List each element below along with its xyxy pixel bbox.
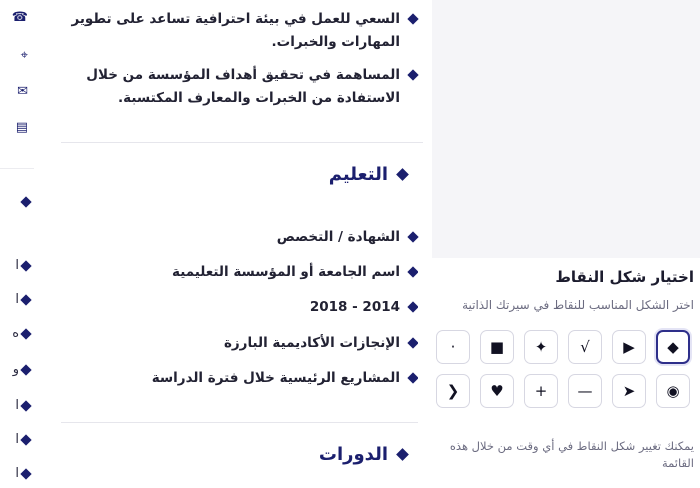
workspace-background xyxy=(432,0,700,258)
location-icon: ⌖ xyxy=(20,48,28,63)
education-item[interactable]: اسم الجامعة أو المؤسسة التعليمية xyxy=(57,261,419,284)
bullet-option-triangle[interactable]: ▶ xyxy=(612,330,646,364)
check-bullet-icon: √ xyxy=(580,337,590,356)
courses-section-heading[interactable]: الدورات xyxy=(319,444,409,465)
strip-section-marker xyxy=(20,196,32,208)
picker-subtitle: اختر الشكل المناسب للنقاط في سيرتك الذات… xyxy=(462,298,694,312)
picker-title: اختيار شكل النقاط xyxy=(555,268,694,286)
resume-document: ☎ ⌖ ✉ ▤ ا ا ه و ا ا ا السعي للعمل في بيئ… xyxy=(0,0,432,488)
education-item[interactable]: الإنجازات الأكاديمية البارزة xyxy=(57,332,419,355)
bullet-option-dot[interactable]: · xyxy=(436,330,470,364)
education-item[interactable]: المشاريع الرئيسية خلال فترة الدراسة xyxy=(57,367,419,390)
arrowhead-bullet-icon: ➤ xyxy=(622,381,636,400)
bullet-option-diamond[interactable]: ◆ xyxy=(656,330,690,364)
strip-item: ا xyxy=(15,258,32,273)
dot-bullet-icon: · xyxy=(450,337,456,356)
diamond-bullet-icon xyxy=(407,337,419,349)
strip-item: ا xyxy=(15,292,32,307)
phone-icon: ☎ xyxy=(11,10,28,25)
section-divider xyxy=(61,422,423,423)
bullet-shape-picker: اختيار شكل النقاط اختر الشكل المناسب للن… xyxy=(418,258,700,488)
bullet-shape-grid: ◆ ▶ √ ✦ ■ · ◉ ➤ — + ♥ ❮ xyxy=(434,330,690,408)
diamond-bullet-icon xyxy=(20,433,32,446)
diamond-bullet-icon xyxy=(407,13,419,25)
bullet-option-star[interactable]: ✦ xyxy=(524,330,558,364)
diamond-bullet-icon xyxy=(20,293,32,306)
bullet-option-plus[interactable]: + xyxy=(524,374,558,408)
strip-item: ا xyxy=(15,432,32,447)
strip-divider xyxy=(0,168,34,169)
diamond-bullet-icon xyxy=(407,69,419,81)
star-bullet-icon: ✦ xyxy=(534,337,548,356)
web-icon: ▤ xyxy=(15,120,28,135)
strip-item: ه xyxy=(12,326,32,341)
strip-item: و xyxy=(13,362,32,377)
resume-main-column: السعي للعمل في بيئة احترافية تساعد على ت… xyxy=(48,0,423,488)
diamond-bullet-icon xyxy=(20,196,32,208)
diamond-bullet-icon xyxy=(20,399,32,412)
diamond-bullet-icon xyxy=(396,168,409,181)
diamond-bullet-icon xyxy=(20,259,32,272)
education-item[interactable]: 2014 - 2018 xyxy=(57,296,419,319)
diamond-bullet-icon: ◆ xyxy=(667,337,679,356)
objective-item[interactable]: السعي للعمل في بيئة احترافية تساعد على ت… xyxy=(57,8,419,54)
diamond-bullet-icon xyxy=(407,266,419,278)
diamond-bullet-icon xyxy=(20,363,32,376)
heart-bullet-icon: ♥ xyxy=(490,381,504,400)
bullet-option-dash[interactable]: — xyxy=(568,374,602,408)
bullet-option-heart[interactable]: ♥ xyxy=(480,374,514,408)
chevron-bullet-icon: ❮ xyxy=(446,381,460,400)
diamond-bullet-icon xyxy=(407,372,419,384)
target-bullet-icon: ◉ xyxy=(666,381,680,400)
adjacent-column-strip: ☎ ⌖ ✉ ▤ ا ا ه و ا ا ا xyxy=(0,0,34,488)
section-divider xyxy=(61,142,423,143)
dash-bullet-icon: — xyxy=(577,381,593,400)
plus-bullet-icon: + xyxy=(534,381,548,400)
bullet-option-square[interactable]: ■ xyxy=(480,330,514,364)
bullet-option-chevron[interactable]: ❮ xyxy=(436,374,470,408)
diamond-bullet-icon xyxy=(396,448,409,461)
diamond-bullet-icon xyxy=(20,327,32,340)
diamond-bullet-icon xyxy=(20,467,32,480)
education-section-heading[interactable]: التعليم xyxy=(329,164,409,185)
objective-item[interactable]: المساهمة في تحقيق أهداف المؤسسة من خلال … xyxy=(57,64,419,110)
triangle-bullet-icon: ▶ xyxy=(623,337,635,356)
diamond-bullet-icon xyxy=(407,301,419,313)
bullet-option-check[interactable]: √ xyxy=(568,330,602,364)
email-icon: ✉ xyxy=(17,84,28,99)
picker-note: يمكنك تغيير شكل النقاط في أي وقت من خلال… xyxy=(449,439,694,470)
square-bullet-icon: ■ xyxy=(489,337,505,356)
bullet-option-target[interactable]: ◉ xyxy=(656,374,690,408)
education-item[interactable]: الشهادة / التخصص xyxy=(57,226,419,249)
strip-item: ا xyxy=(15,466,32,481)
bullet-option-arrowhead[interactable]: ➤ xyxy=(612,374,646,408)
diamond-bullet-icon xyxy=(407,231,419,243)
strip-item: ا xyxy=(15,398,32,413)
